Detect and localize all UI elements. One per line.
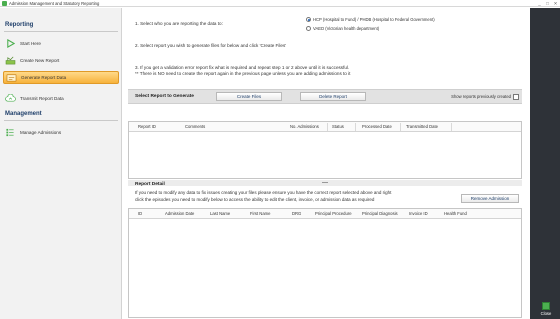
- management-heading: Management: [5, 111, 42, 117]
- play-triangle-icon: [4, 39, 16, 49]
- column-separator: [451, 123, 452, 131]
- column-separator: [327, 123, 328, 131]
- sidebar-item-generate-report-data[interactable]: Generate Report Data: [3, 71, 119, 84]
- reporting-divider: [4, 31, 118, 32]
- step-note-text: ** There is NO need to create the report…: [135, 71, 351, 76]
- radio-vaed[interactable]: VAED (Victorian health department): [306, 26, 379, 31]
- column-header[interactable]: Principal Procedure: [315, 209, 352, 219]
- panel-splitter[interactable]: [128, 180, 522, 186]
- sidebar-item-label: Transmit Report Data: [20, 96, 64, 101]
- report-grid[interactable]: Report ID Comments No. Admissions Status…: [128, 121, 522, 179]
- sidebar: Reporting Start Here Create New Report G…: [0, 8, 122, 319]
- column-header[interactable]: Comments: [185, 122, 205, 132]
- radio-label: VAED (Victorian health department): [313, 26, 380, 31]
- column-header[interactable]: Last Name: [210, 209, 230, 219]
- sidebar-item-label: Start Here: [20, 41, 41, 46]
- column-header[interactable]: Report ID: [138, 122, 156, 132]
- select-report-title: Select Report to Generate: [135, 94, 194, 99]
- minimize-button[interactable]: _: [537, 0, 542, 7]
- close-button[interactable]: Close: [535, 302, 557, 316]
- app-icon: [2, 1, 7, 6]
- column-header[interactable]: Status: [332, 122, 344, 132]
- column-header[interactable]: DRG: [292, 209, 301, 219]
- exit-door-icon: [542, 302, 550, 310]
- sidebar-item-start-here[interactable]: Start Here: [3, 37, 119, 50]
- radio-button[interactable]: [306, 17, 311, 22]
- select-report-toolbar: Select Report to Generate Create Files D…: [128, 89, 522, 104]
- splitter-grip-icon: [322, 182, 328, 183]
- column-header[interactable]: ID: [138, 209, 142, 219]
- generate-data-icon: [5, 73, 17, 83]
- report-detail-instructions-line2: click the episodes you need to modify be…: [135, 197, 375, 202]
- column-header[interactable]: Processed Date: [362, 122, 392, 132]
- report-detail-instructions-line1: If you need to modify any data to fix is…: [135, 190, 392, 195]
- sidebar-item-label: Create New Report: [20, 58, 60, 63]
- step-2-text: 2. Select report you wish to generate fi…: [135, 43, 287, 48]
- management-divider: [4, 120, 118, 121]
- window-title: Admission Management and Statutory Repor…: [9, 1, 100, 6]
- radio-hcp[interactable]: HCP (Hospital to Fund) / PHDB (Hospital …: [306, 17, 435, 22]
- main-panel: 1. Select who you are reporting the data…: [123, 8, 530, 319]
- column-separator: [400, 123, 401, 131]
- close-window-button[interactable]: ✕: [553, 0, 558, 7]
- sidebar-item-create-new-report[interactable]: Create New Report: [3, 54, 119, 67]
- column-header[interactable]: Transmitted Date: [406, 122, 438, 132]
- sidebar-item-transmit-report-data[interactable]: Transmit Report Data: [3, 92, 119, 105]
- show-previous-checkbox[interactable]: [513, 93, 519, 100]
- column-header[interactable]: No. Admissions: [290, 122, 319, 132]
- admission-grid-header: ID Admission Date Last Name First Name D…: [129, 209, 521, 219]
- reporting-heading: Reporting: [5, 22, 34, 28]
- close-label: Close: [540, 311, 552, 316]
- column-header[interactable]: Health Fund: [444, 209, 467, 219]
- delete-report-button[interactable]: Delete Report: [300, 92, 366, 101]
- create-report-icon: [4, 56, 16, 66]
- title-bar: Admission Management and Statutory Repor…: [0, 0, 560, 7]
- sidebar-item-label: Generate Report Data: [21, 75, 67, 80]
- sidebar-item-manage-admissions[interactable]: Manage Admissions: [3, 126, 119, 139]
- maximize-button[interactable]: □: [545, 0, 550, 7]
- right-action-rail: Close: [530, 8, 560, 319]
- report-detail-title: Report Detail: [135, 182, 165, 187]
- step-1-text: 1. Select who you are reporting the data…: [135, 21, 223, 26]
- cloud-upload-icon: [4, 94, 16, 104]
- radio-label: HCP (Hospital to Fund) / PHDB (Hospital …: [313, 17, 435, 22]
- step-3-text: 3. If you get a validation error report …: [135, 65, 350, 70]
- show-previous-label: Show reports previously created: [451, 94, 511, 99]
- admission-grid[interactable]: ID Admission Date Last Name First Name D…: [128, 208, 522, 318]
- radio-button[interactable]: [306, 26, 311, 31]
- sidebar-item-label: Manage Admissions: [20, 130, 62, 135]
- list-icon: [4, 128, 16, 138]
- remove-admission-button[interactable]: Remove Admission: [461, 194, 519, 203]
- column-header[interactable]: Admission Date: [165, 209, 194, 219]
- column-header[interactable]: Principal Diagnosis: [362, 209, 398, 219]
- column-separator: [355, 123, 356, 131]
- column-header[interactable]: Invoice ID: [409, 209, 428, 219]
- create-files-button[interactable]: Create Files: [216, 92, 282, 101]
- window-controls: _ □ ✕: [537, 0, 558, 7]
- report-grid-header: Report ID Comments No. Admissions Status…: [129, 122, 521, 132]
- column-header[interactable]: First Name: [250, 209, 270, 219]
